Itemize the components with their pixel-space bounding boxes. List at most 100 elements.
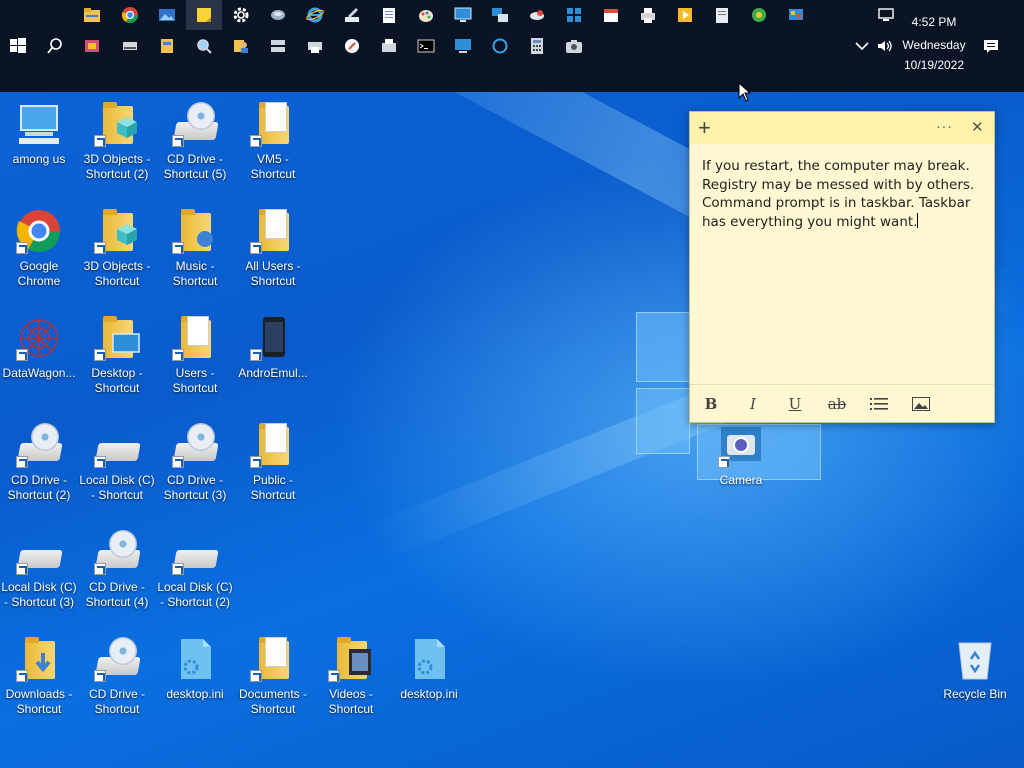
desktop-icon-label: DataWagon... bbox=[2, 366, 76, 380]
close-note-button[interactable]: ✕ bbox=[971, 118, 984, 136]
desktop-icon-downloads[interactable]: Downloads - Shortcut bbox=[0, 635, 78, 717]
internet-explorer-icon[interactable] bbox=[303, 3, 327, 27]
notepad-icon[interactable] bbox=[377, 3, 401, 27]
desktop-icon-music[interactable]: Music - Shortcut bbox=[156, 207, 234, 289]
search-icon[interactable] bbox=[43, 34, 67, 58]
paint-shop-icon[interactable] bbox=[80, 34, 104, 58]
settings-icon[interactable] bbox=[229, 3, 253, 27]
sticky-note-text: If you restart, the computer may break. … bbox=[702, 158, 975, 230]
shortcut-arrow-icon bbox=[250, 456, 262, 468]
cd-drive-icon bbox=[15, 421, 63, 469]
compass-icon[interactable] bbox=[340, 34, 364, 58]
media-player-icon[interactable] bbox=[673, 3, 697, 27]
desktop-icon-cd-drive-3[interactable]: CD Drive - Shortcut (3) bbox=[156, 421, 234, 503]
cortana-icon[interactable] bbox=[488, 34, 512, 58]
desktop-icon-camera[interactable]: Camera bbox=[702, 421, 780, 488]
shortcut-arrow-icon bbox=[94, 563, 106, 575]
pen-icon[interactable] bbox=[340, 3, 364, 27]
control-panel-icon[interactable] bbox=[784, 3, 808, 27]
strikethrough-button[interactable]: ab bbox=[816, 389, 858, 419]
sticky-note-editor[interactable]: If you restart, the computer may break. … bbox=[690, 144, 994, 244]
mouse-cursor-icon bbox=[738, 82, 752, 102]
desktop-icon-among-us[interactable]: among us bbox=[0, 100, 78, 167]
desktop-icon-label: Documents - Shortcut bbox=[238, 687, 308, 716]
photos-icon[interactable] bbox=[155, 3, 179, 27]
underline-button[interactable]: U bbox=[774, 389, 816, 419]
registry-icon[interactable] bbox=[155, 34, 179, 58]
shortcut-arrow-icon bbox=[16, 563, 28, 575]
desktop-icon-local-disk[interactable]: Local Disk (C) - Shortcut bbox=[78, 421, 156, 503]
desktop-icon-datawagon[interactable]: DataWagon... bbox=[0, 314, 78, 381]
italic-button[interactable]: I bbox=[732, 389, 774, 419]
start-icon[interactable] bbox=[6, 34, 30, 58]
desktop-icon-cd-drive-5[interactable]: CD Drive - Shortcut (5) bbox=[156, 100, 234, 182]
insert-image-button[interactable] bbox=[900, 389, 942, 419]
desktop-icon-cd-drive-4[interactable]: CD Drive - Shortcut (4) bbox=[78, 528, 156, 610]
sticky-notes-icon[interactable] bbox=[186, 0, 222, 30]
desktop-icon-users[interactable]: Users - Shortcut bbox=[156, 314, 234, 396]
printer-icon[interactable] bbox=[636, 3, 660, 27]
users-folder-icon bbox=[171, 314, 219, 362]
desktop-icon-3d-objects[interactable]: 3D Objects - Shortcut bbox=[78, 207, 156, 289]
desktop-icon-desktop-ini-2[interactable]: desktop.ini bbox=[390, 635, 468, 702]
clock-day: Wednesday bbox=[902, 38, 966, 52]
store-icon[interactable] bbox=[562, 3, 586, 27]
desktop-icon-androemul[interactable]: AndroEmul... bbox=[234, 314, 312, 381]
users-icon[interactable] bbox=[229, 34, 253, 58]
file-explorer-icon[interactable] bbox=[80, 3, 104, 27]
desktop-icon-vm5[interactable]: VM5 - Shortcut bbox=[234, 100, 312, 182]
document-icon[interactable] bbox=[710, 3, 734, 27]
magnifier-icon[interactable] bbox=[192, 34, 216, 58]
camera-icon[interactable] bbox=[562, 34, 586, 58]
desktop-icon-label: 3D Objects - Shortcut (2) bbox=[83, 152, 151, 181]
action-center-icon[interactable] bbox=[979, 34, 1003, 58]
add-note-button[interactable]: + bbox=[698, 115, 711, 141]
server-icon[interactable] bbox=[266, 34, 290, 58]
chevron-up-icon[interactable] bbox=[850, 34, 874, 58]
desktop-folder-icon bbox=[93, 314, 141, 362]
printer-alt-icon[interactable] bbox=[303, 34, 327, 58]
desktop-icon-desktop-ini[interactable]: desktop.ini bbox=[156, 635, 234, 702]
fax-icon[interactable] bbox=[377, 34, 401, 58]
volume-icon[interactable] bbox=[873, 34, 897, 58]
desktop-icon-all-users[interactable]: All Users - Shortcut bbox=[234, 207, 312, 289]
desktop-icon-cd-drive[interactable]: CD Drive - Shortcut bbox=[78, 635, 156, 717]
bold-button[interactable]: B bbox=[690, 389, 732, 419]
chrome-icon[interactable] bbox=[118, 3, 142, 27]
shortcut-arrow-icon bbox=[250, 135, 262, 147]
shortcut-arrow-icon bbox=[250, 242, 262, 254]
sticky-note-header[interactable]: + ··· ✕ bbox=[690, 112, 994, 144]
paint-icon[interactable] bbox=[414, 3, 438, 27]
drive-icon[interactable] bbox=[118, 34, 142, 58]
calculator-icon[interactable] bbox=[525, 34, 549, 58]
calendar-icon[interactable] bbox=[599, 3, 623, 27]
desktop-icon-3d-objects-2[interactable]: 3D Objects - Shortcut (2) bbox=[78, 100, 156, 182]
command-prompt-icon[interactable] bbox=[414, 34, 438, 58]
desktop-icon-local-disk-2[interactable]: Local Disk (C) - Shortcut (2) bbox=[156, 528, 234, 610]
media-center-icon[interactable] bbox=[747, 3, 771, 27]
desktop-icon-documents[interactable]: Documents - Shortcut bbox=[234, 635, 312, 717]
desktop-icon-desktop[interactable]: Desktop - Shortcut bbox=[78, 314, 156, 396]
shortcut-arrow-icon bbox=[16, 349, 28, 361]
clock[interactable]: 4:52 PM Wednesday 10/19/2022 bbox=[896, 14, 972, 73]
remote-icon[interactable] bbox=[488, 3, 512, 27]
network-icon[interactable] bbox=[266, 3, 290, 27]
weather-icon[interactable] bbox=[525, 3, 549, 27]
bullet-list-button[interactable] bbox=[858, 389, 900, 419]
desktop-icon-videos[interactable]: Videos - Shortcut bbox=[312, 635, 390, 717]
desktop-icon-cd-drive-2[interactable]: CD Drive - Shortcut (2) bbox=[0, 421, 78, 503]
shortcut-arrow-icon bbox=[16, 670, 28, 682]
desktop-icon-label: CD Drive - Shortcut (3) bbox=[163, 473, 227, 502]
monitor-icon[interactable] bbox=[451, 34, 475, 58]
desktop-icon-google-chrome[interactable]: Google Chrome bbox=[0, 207, 78, 289]
desktop-icon-recycle-bin[interactable]: Recycle Bin bbox=[936, 635, 1014, 702]
network-tray-icon[interactable] bbox=[874, 3, 898, 27]
desktop-icon-local-disk-3[interactable]: Local Disk (C) - Shortcut (3) bbox=[0, 528, 78, 610]
desktop-icon-public[interactable]: Public - Shortcut bbox=[234, 421, 312, 503]
desktop-icon-label: Local Disk (C) - Shortcut bbox=[79, 473, 155, 502]
shortcut-arrow-icon bbox=[172, 135, 184, 147]
display-icon[interactable] bbox=[451, 3, 475, 27]
sticky-note[interactable]: + ··· ✕ If you restart, the computer may… bbox=[689, 111, 995, 423]
more-options-button[interactable]: ··· bbox=[936, 118, 953, 134]
shortcut-arrow-icon bbox=[250, 349, 262, 361]
